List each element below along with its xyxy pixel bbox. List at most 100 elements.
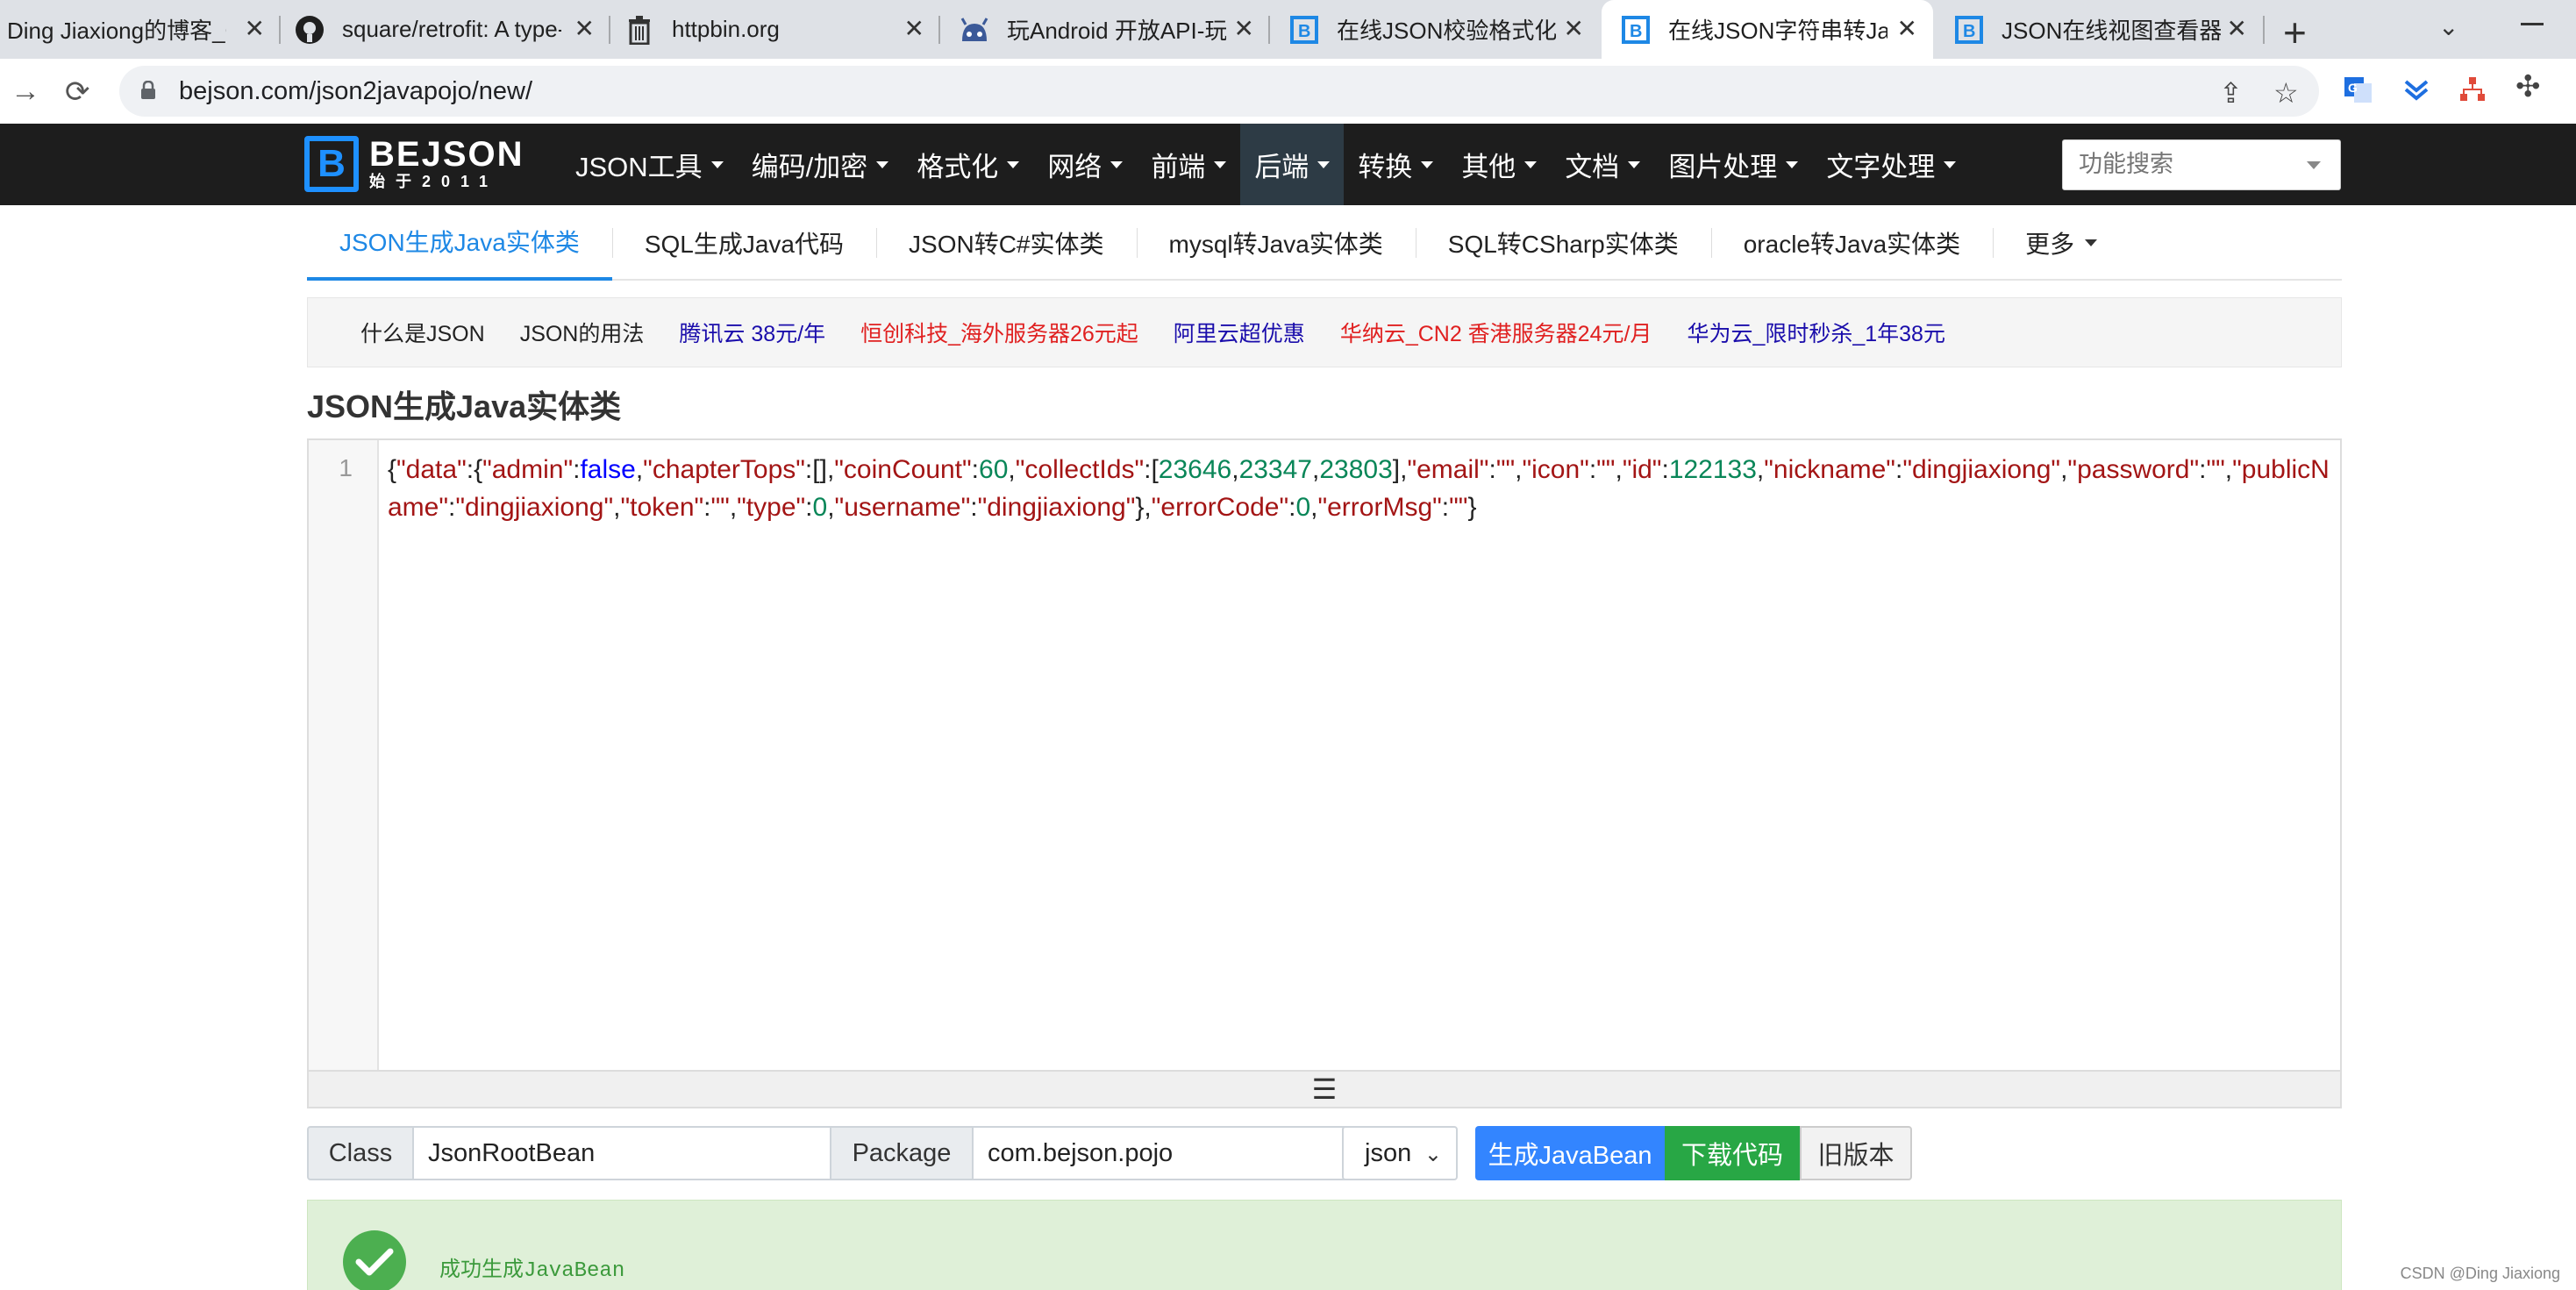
- chevron-down-icon[interactable]: [2307, 161, 2321, 169]
- tab-oracle-to-java[interactable]: oracle转Java实体类: [1710, 205, 1993, 281]
- download-code-button[interactable]: 下载代码: [1665, 1126, 1800, 1180]
- class-label: Class: [307, 1126, 414, 1180]
- close-tab-icon[interactable]: ✕: [904, 16, 924, 42]
- link-huanayun[interactable]: 华纳云_CN2 香港服务器24元/月: [1340, 317, 1652, 348]
- translate-extension-icon[interactable]: G: [2344, 75, 2373, 104]
- menu-label: 文档: [1565, 152, 1620, 182]
- close-tab-icon[interactable]: ✕: [245, 16, 265, 42]
- link-aliyun[interactable]: 阿里云超优惠: [1174, 317, 1305, 348]
- menu-convert[interactable]: 转换: [1344, 124, 1447, 205]
- menu-label: 前端: [1151, 152, 1206, 182]
- menu-json-tools[interactable]: JSON工具: [561, 124, 738, 205]
- tool-tabs: JSON生成Java实体类 SQL生成Java代码 JSON转C#实体类 mys…: [307, 205, 2342, 281]
- sitemap-extension-icon[interactable]: [2458, 75, 2487, 104]
- menu-network[interactable]: 网络: [1033, 124, 1137, 205]
- main-menu: JSON工具 编码/加密 格式化 网络 前端 后端 转换 其他 文档 图片处理 …: [561, 124, 1970, 205]
- tab-title: 在线JSON字符串转Java实体类: [1668, 18, 1887, 44]
- logo-title: BEJSON: [369, 135, 524, 174]
- page-title: JSON生成Java实体类: [307, 388, 622, 424]
- new-tab-plus-icon[interactable]: +: [2283, 9, 2307, 56]
- browser-tab-wanandroid[interactable]: 玩Android 开放API-玩Android ✕: [942, 0, 1270, 59]
- browser-tab-csdn[interactable]: Ding Jiaxiong的博客_CSDN博客 ✕: [0, 0, 281, 59]
- caret-down-icon: [1524, 160, 1538, 168]
- lock-icon: [141, 81, 155, 99]
- editor-resize-handle[interactable]: ☰: [309, 1070, 2340, 1107]
- logo-b-icon: B: [304, 136, 359, 192]
- menu-encode[interactable]: 编码/加密: [738, 124, 903, 205]
- tab-sql-to-java[interactable]: SQL生成Java代码: [611, 205, 876, 281]
- caret-down-icon: [1944, 160, 1957, 168]
- menu-format[interactable]: 格式化: [903, 124, 1033, 205]
- browser-tab-json2java[interactable]: B 在线JSON字符串转Java实体类 ✕: [1602, 0, 1933, 59]
- class-name-input[interactable]: [412, 1126, 831, 1180]
- browser-tab-httpbin[interactable]: httpbin.org ✕: [612, 0, 940, 59]
- tab-more[interactable]: 更多: [1993, 205, 2130, 281]
- download-extension-icon[interactable]: [2401, 75, 2431, 104]
- browser-toolbar: → ⟳ bejson.com/json2javapojo/new/ ⇪ ☆ G …: [0, 59, 2576, 124]
- site-navbar: B BEJSON 始于2011 JSON工具 编码/加密 格式化 网络 前端 后…: [0, 124, 2576, 205]
- old-version-button[interactable]: 旧版本: [1800, 1126, 1912, 1180]
- package-name-input[interactable]: [972, 1126, 1368, 1180]
- tab-title: Ding Jiaxiong的博客_CSDN博客: [7, 18, 226, 44]
- tab-json-to-java[interactable]: JSON生成Java实体类: [307, 205, 612, 281]
- github-icon: [295, 15, 325, 45]
- format-select-value: json: [1365, 1138, 1412, 1167]
- browser-tab-github[interactable]: square/retrofit: A type-safe ✕: [282, 0, 610, 59]
- reload-icon[interactable]: ⟳: [65, 75, 90, 110]
- address-bar[interactable]: bejson.com/json2javapojo/new/ ⇪ ☆: [119, 66, 2319, 117]
- tab-mysql-to-java[interactable]: mysql转Java实体类: [1136, 205, 1416, 281]
- feature-search-box[interactable]: [2062, 139, 2341, 190]
- menu-docs[interactable]: 文档: [1551, 124, 1654, 205]
- menu-label: 文字处理: [1826, 152, 1936, 182]
- package-label: Package: [830, 1126, 974, 1180]
- promo-links-bar: 什么是JSON JSON的用法 腾讯云 38元/年 恒创科技_海外服务器26元起…: [307, 297, 2342, 367]
- minimize-window-icon[interactable]: [2521, 23, 2544, 25]
- generate-javabean-button[interactable]: 生成JavaBean: [1475, 1126, 1665, 1180]
- caret-down-icon: [710, 160, 724, 168]
- bejson-logo[interactable]: B BEJSON 始于2011: [304, 136, 524, 192]
- caret-down-icon: [1628, 160, 1641, 168]
- close-tab-icon[interactable]: ✕: [2227, 16, 2247, 42]
- browser-tab-json-validator[interactable]: B 在线JSON校验格式化工具 ✕: [1272, 0, 1600, 59]
- bejson-icon: B: [1289, 15, 1319, 45]
- json-editor[interactable]: 1 {"data":{"admin":false,"chapterTops":[…: [307, 438, 2342, 1108]
- extensions-puzzle-icon[interactable]: ✣: [2515, 69, 2541, 104]
- tab-more-label: 更多: [2025, 231, 2075, 258]
- menu-text[interactable]: 文字处理: [1812, 124, 1970, 205]
- menu-frontend[interactable]: 前端: [1137, 124, 1240, 205]
- menu-image[interactable]: 图片处理: [1654, 124, 1812, 205]
- menu-label: 后端: [1254, 152, 1309, 182]
- link-json-usage[interactable]: JSON的用法: [520, 317, 645, 348]
- caret-down-icon: [876, 160, 889, 168]
- close-tab-icon[interactable]: ✕: [574, 16, 595, 42]
- browser-tab-bar: Ding Jiaxiong的博客_CSDN博客 ✕ square/retrofi…: [0, 0, 2576, 59]
- json-input-text[interactable]: {"data":{"admin":false,"chapterTops":[],…: [388, 451, 2335, 526]
- menu-backend[interactable]: 后端: [1240, 124, 1345, 205]
- tab-json-to-csharp[interactable]: JSON转C#实体类: [876, 205, 1136, 281]
- menu-other[interactable]: 其他: [1447, 124, 1551, 205]
- link-hengchuang[interactable]: 恒创科技_海外服务器26元起: [860, 317, 1138, 348]
- close-tab-icon[interactable]: ✕: [1234, 16, 1254, 42]
- close-tab-icon[interactable]: ✕: [1564, 16, 1584, 42]
- caret-down-icon: [2085, 239, 2098, 246]
- link-tencent-cloud[interactable]: 腾讯云 38元/年: [679, 317, 825, 348]
- android-icon: [960, 15, 989, 45]
- tab-sql-to-csharp[interactable]: SQL转CSharp实体类: [1415, 205, 1711, 281]
- share-icon[interactable]: ⇪: [2219, 76, 2243, 110]
- tab-search-chevron-icon[interactable]: ⌄: [2438, 12, 2458, 41]
- hamburger-icon: ☰: [1311, 1073, 1338, 1105]
- checkmark-circle-icon: [343, 1230, 406, 1290]
- forward-arrow-icon[interactable]: →: [11, 75, 40, 109]
- success-alert: 成功生成JavaBean: [307, 1200, 2342, 1290]
- bejson-icon: B: [1954, 15, 1984, 45]
- close-tab-icon[interactable]: ✕: [1897, 16, 1917, 42]
- svg-text:B: B: [1963, 22, 1975, 41]
- browser-tab-json-viewer[interactable]: B JSON在线视图查看器(Online ✕: [1935, 0, 2263, 59]
- bookmark-star-icon[interactable]: ☆: [2273, 76, 2299, 110]
- link-what-is-json[interactable]: 什么是JSON: [360, 317, 485, 348]
- feature-search-input[interactable]: [2063, 140, 2291, 188]
- menu-label: 转换: [1358, 152, 1413, 182]
- link-huawei-cloud[interactable]: 华为云_限时秒杀_1年38元: [1687, 317, 1945, 348]
- format-select[interactable]: json ⌄: [1342, 1126, 1458, 1180]
- tab-title: httpbin.org: [672, 16, 780, 42]
